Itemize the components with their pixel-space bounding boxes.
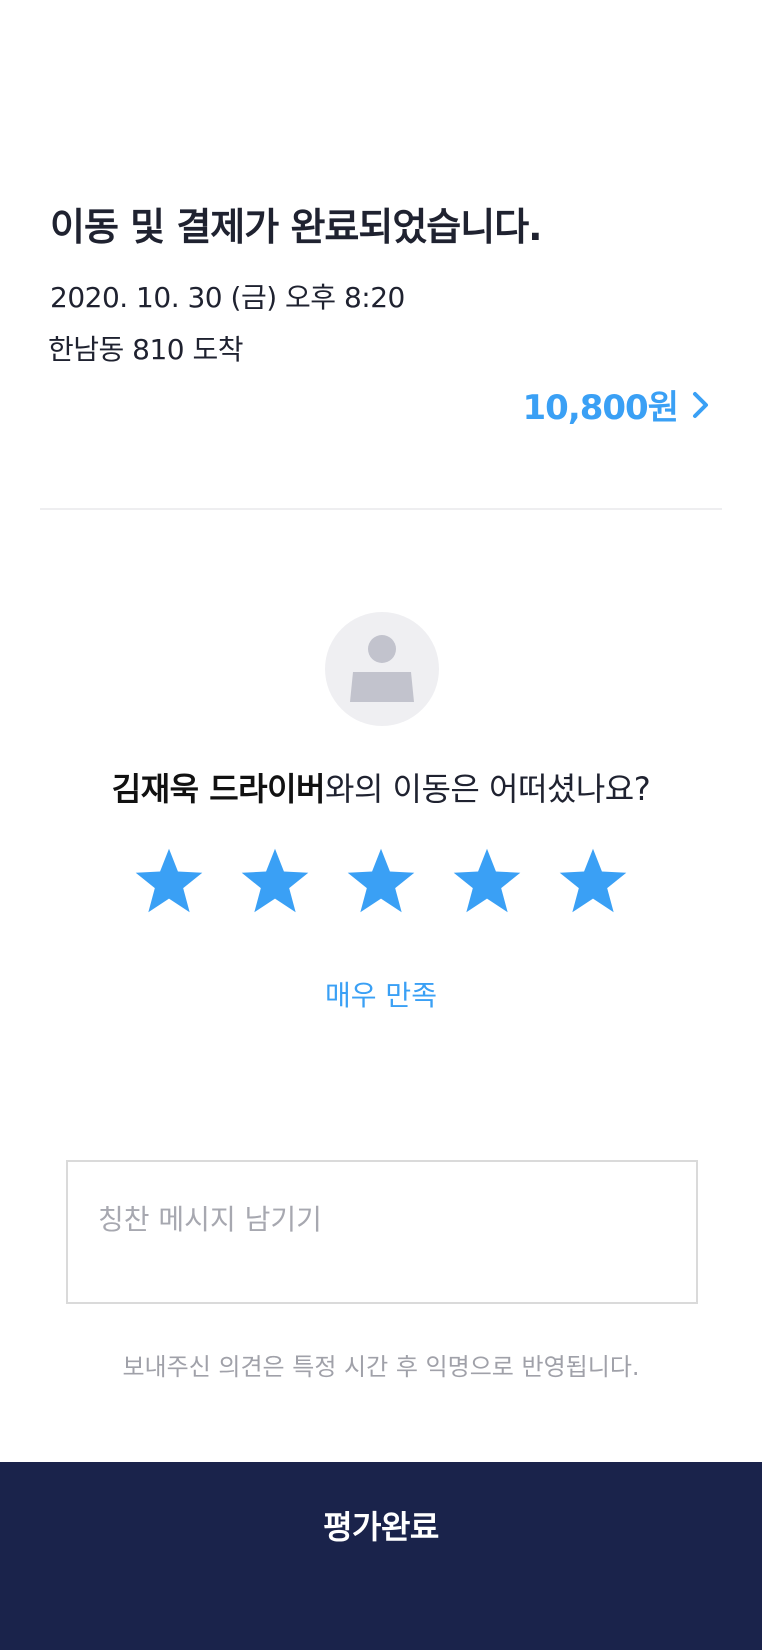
trip-rating-screen: 이동 및 결제가 완료되었습니다. 2020. 10. 30 (금) 오후 8:… xyxy=(0,0,762,1650)
rating-label: 매우 만족 xyxy=(325,979,437,1012)
anonymity-notice: 보내주신 의견은 특정 시간 후 익명으로 반영됩니다. xyxy=(122,1353,640,1381)
trip-datetime: 2020. 10. 30 (금) 오후 8:20 xyxy=(50,281,405,314)
fare-detail-link[interactable]: 10,800원 xyxy=(523,380,712,429)
praise-message-input[interactable] xyxy=(68,1162,696,1302)
star-icon[interactable] xyxy=(449,845,525,919)
driver-name: 김재욱 드라이버 xyxy=(111,770,326,808)
person-placeholder-icon xyxy=(350,635,414,702)
rating-question: 김재욱 드라이버와의 이동은 어떠셨나요? xyxy=(0,764,762,810)
submit-rating-button[interactable]: 평가완료 xyxy=(0,1462,762,1650)
star-icon[interactable] xyxy=(555,845,631,919)
praise-message-box xyxy=(66,1160,698,1304)
section-divider xyxy=(40,508,722,510)
chevron-right-icon xyxy=(693,391,708,418)
trip-status-title: 이동 및 결제가 완료되었습니다. xyxy=(50,205,543,249)
driver-avatar xyxy=(325,612,439,726)
trip-arrival-location: 한남동 810 도착 xyxy=(48,333,244,366)
fare-amount: 10,800원 xyxy=(522,388,679,428)
submit-rating-label: 평가완료 xyxy=(323,1508,439,1546)
star-icon[interactable] xyxy=(343,845,419,919)
rating-question-suffix: 와의 이동은 어떠셨나요? xyxy=(325,770,651,808)
star-icon[interactable] xyxy=(237,845,313,919)
star-rating xyxy=(0,845,762,919)
star-icon[interactable] xyxy=(131,845,207,919)
